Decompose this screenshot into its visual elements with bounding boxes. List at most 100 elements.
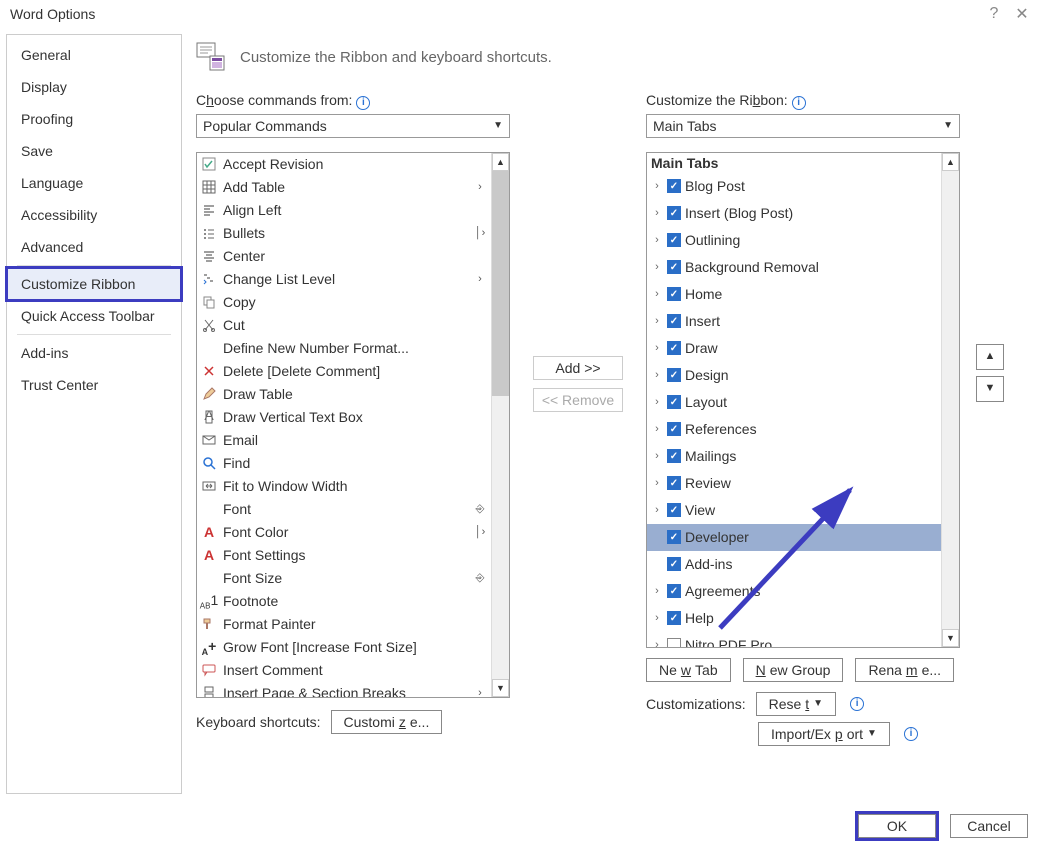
new-tab-button[interactable]: New Tab — [646, 658, 731, 682]
tab-item-references[interactable]: ›✓References — [647, 416, 941, 443]
checkbox[interactable]: ✓ — [667, 530, 681, 544]
sidebar-item-quick-access-toolbar[interactable]: Quick Access Toolbar — [7, 300, 181, 332]
checkbox[interactable]: ✓ — [667, 611, 681, 625]
checkbox[interactable]: ✓ — [667, 449, 681, 463]
scroll-up-button[interactable]: ▲ — [942, 153, 959, 171]
checkbox[interactable]: ✓ — [667, 179, 681, 193]
expand-toggle[interactable]: › — [651, 342, 663, 354]
tab-item-outlining[interactable]: ›✓Outlining — [647, 227, 941, 254]
info-icon[interactable]: i — [850, 697, 864, 711]
scroll-thumb[interactable] — [492, 171, 509, 396]
checkbox[interactable]: ✓ — [667, 206, 681, 220]
tab-item-review[interactable]: ›✓Review — [647, 470, 941, 497]
expand-toggle[interactable]: › — [651, 288, 663, 300]
command-item[interactable]: ADraw Vertical Text Box — [197, 406, 491, 429]
customize-ribbon-dropdown[interactable]: Main Tabs▼ — [646, 114, 960, 138]
expand-toggle[interactable]: › — [651, 261, 663, 273]
command-item[interactable]: Email — [197, 429, 491, 452]
sidebar-item-proofing[interactable]: Proofing — [7, 103, 181, 135]
rename-button[interactable]: Rename... — [855, 658, 954, 682]
expand-toggle[interactable]: › — [651, 369, 663, 381]
tab-item-nitro-pdf-pro[interactable]: ›Nitro PDF Pro — [647, 632, 941, 647]
sidebar-item-customize-ribbon[interactable]: Customize Ribbon — [7, 268, 181, 300]
expand-toggle[interactable]: › — [651, 207, 663, 219]
reset-button[interactable]: Reset ▼ — [756, 692, 836, 716]
expand-toggle[interactable]: › — [651, 612, 663, 624]
sidebar-item-display[interactable]: Display — [7, 71, 181, 103]
tab-item-help[interactable]: ›✓Help — [647, 605, 941, 632]
expand-toggle[interactable]: › — [651, 639, 663, 647]
tab-item-insert[interactable]: ›✓Insert — [647, 308, 941, 335]
checkbox[interactable]: ✓ — [667, 287, 681, 301]
tab-item-design[interactable]: ›✓Design — [647, 362, 941, 389]
remove-button[interactable]: << Remove — [533, 388, 623, 412]
command-item[interactable]: Align Left — [197, 199, 491, 222]
sidebar-item-add-ins[interactable]: Add-ins — [7, 337, 181, 369]
tab-item-mailings[interactable]: ›✓Mailings — [647, 443, 941, 470]
expand-toggle[interactable]: › — [651, 585, 663, 597]
checkbox[interactable]: ✓ — [667, 314, 681, 328]
checkbox[interactable]: ✓ — [667, 341, 681, 355]
sidebar-item-advanced[interactable]: Advanced — [7, 231, 181, 263]
checkbox[interactable]: ✓ — [667, 584, 681, 598]
sidebar-item-language[interactable]: Language — [7, 167, 181, 199]
command-item[interactable]: Cut — [197, 314, 491, 337]
command-item[interactable]: Font Size⎆ — [197, 567, 491, 590]
command-item[interactable]: Bullets│› — [197, 222, 491, 245]
command-item[interactable]: Find — [197, 452, 491, 475]
checkbox[interactable] — [667, 638, 681, 647]
checkbox[interactable]: ✓ — [667, 368, 681, 382]
add-button[interactable]: Add >> — [533, 356, 623, 380]
cancel-button[interactable]: Cancel — [950, 814, 1028, 838]
tab-item-home[interactable]: ›✓Home — [647, 281, 941, 308]
tab-item-draw[interactable]: ›✓Draw — [647, 335, 941, 362]
move-down-button[interactable]: ▼ — [976, 376, 1004, 402]
command-item[interactable]: Delete [Delete Comment] — [197, 360, 491, 383]
scroll-up-button[interactable]: ▲ — [492, 153, 509, 171]
tab-item-agreements[interactable]: ›✓Agreements — [647, 578, 941, 605]
expand-toggle[interactable]: › — [651, 477, 663, 489]
command-item[interactable]: AB1Footnote — [197, 590, 491, 613]
tab-item-background-removal[interactable]: ›✓Background Removal — [647, 254, 941, 281]
command-item[interactable]: AFont Settings — [197, 544, 491, 567]
command-item[interactable]: Fit to Window Width — [197, 475, 491, 498]
command-item[interactable]: Define New Number Format... — [197, 337, 491, 360]
checkbox[interactable]: ✓ — [667, 503, 681, 517]
scroll-down-button[interactable]: ▼ — [492, 679, 509, 697]
checkbox[interactable]: ✓ — [667, 422, 681, 436]
scrollbar[interactable]: ▲ ▼ — [941, 153, 959, 647]
tab-item-blog-post[interactable]: ›✓Blog Post — [647, 173, 941, 200]
import-export-button[interactable]: Import/Export ▼ — [758, 722, 890, 746]
expand-toggle[interactable]: › — [651, 234, 663, 246]
command-item[interactable]: A+Grow Font [Increase Font Size] — [197, 636, 491, 659]
expand-toggle[interactable]: › — [651, 450, 663, 462]
command-item[interactable]: Draw Table — [197, 383, 491, 406]
scroll-down-button[interactable]: ▼ — [942, 629, 959, 647]
info-icon[interactable]: i — [356, 96, 370, 110]
commands-listbox[interactable]: Accept RevisionAdd Table›Align LeftBulle… — [196, 152, 510, 698]
ribbon-tabs-tree[interactable]: Main Tabs ›✓Blog Post›✓Insert (Blog Post… — [646, 152, 960, 648]
checkbox[interactable]: ✓ — [667, 260, 681, 274]
command-item[interactable]: Add Table› — [197, 176, 491, 199]
sidebar-item-trust-center[interactable]: Trust Center — [7, 369, 181, 401]
command-item[interactable]: Font⎆ — [197, 498, 491, 521]
scrollbar[interactable]: ▲ ▼ — [491, 153, 509, 697]
tab-item-add-ins[interactable]: ✓Add-ins — [647, 551, 941, 578]
info-icon[interactable]: i — [904, 727, 918, 741]
tab-item-layout[interactable]: ›✓Layout — [647, 389, 941, 416]
expand-toggle[interactable]: › — [651, 504, 663, 516]
command-item[interactable]: Accept Revision — [197, 153, 491, 176]
choose-commands-dropdown[interactable]: Popular Commands▼ — [196, 114, 510, 138]
expand-toggle[interactable]: › — [651, 396, 663, 408]
new-group-button[interactable]: New Group — [743, 658, 844, 682]
checkbox[interactable]: ✓ — [667, 395, 681, 409]
command-item[interactable]: Format Painter — [197, 613, 491, 636]
checkbox[interactable]: ✓ — [667, 476, 681, 490]
expand-toggle[interactable]: › — [651, 315, 663, 327]
checkbox[interactable]: ✓ — [667, 233, 681, 247]
close-button[interactable]: ✕ — [1008, 4, 1036, 24]
sidebar-item-general[interactable]: General — [7, 39, 181, 71]
command-item[interactable]: Insert Comment — [197, 659, 491, 682]
command-item[interactable]: Center — [197, 245, 491, 268]
checkbox[interactable]: ✓ — [667, 557, 681, 571]
